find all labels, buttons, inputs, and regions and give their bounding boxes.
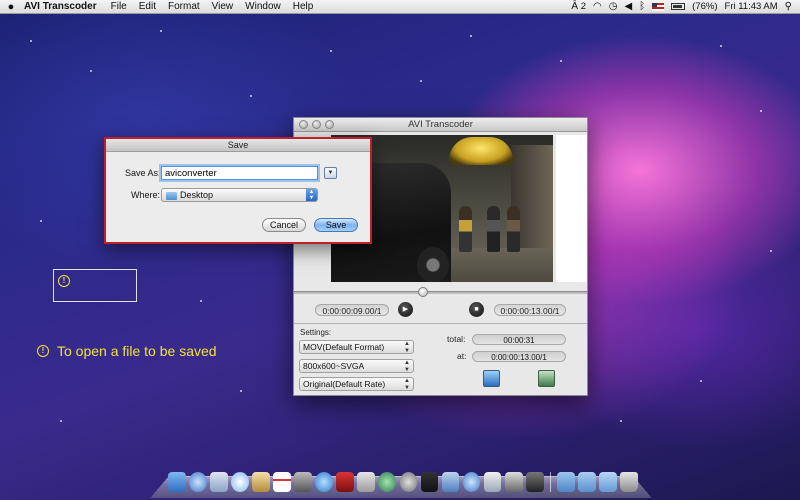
zoom-button[interactable] [325, 120, 334, 129]
current-time-display: 0:00:00:09.00/1 [315, 304, 389, 316]
open-folder-icon[interactable] [483, 370, 500, 387]
time-machine-dock-icon[interactable] [378, 472, 397, 492]
window-title: AVI Transcoder [408, 119, 473, 130]
dock-separator [549, 472, 551, 492]
mail-icon[interactable] [189, 472, 207, 492]
menu-view[interactable]: View [206, 1, 240, 12]
finder-icon[interactable] [168, 472, 186, 492]
annotation-box: ! [53, 269, 137, 302]
time-machine-icon[interactable]: ◷ [609, 1, 618, 12]
adobe-icon: Ā [571, 1, 579, 12]
preview-app-icon[interactable] [357, 472, 376, 492]
expand-dialog-button[interactable]: ▼ [324, 167, 337, 179]
trash-icon[interactable] [620, 472, 639, 492]
menu-bar: ● AVI Transcoder File Edit Format View W… [0, 0, 800, 14]
documents-folder-icon[interactable] [557, 472, 575, 492]
updown-arrows-icon: ▲ ▼ [306, 189, 317, 201]
at-label: at: [457, 351, 467, 361]
preview-side-panel [556, 135, 587, 282]
address-book-icon[interactable] [252, 472, 270, 492]
photo-booth-icon[interactable] [294, 472, 313, 492]
menu-edit[interactable]: Edit [133, 1, 162, 12]
preview-icon[interactable] [210, 472, 228, 492]
updown-arrows-icon: ▲ ▼ [404, 360, 410, 373]
window-controls [299, 120, 334, 129]
system-preferences-icon[interactable] [399, 472, 418, 492]
battery-icon[interactable] [671, 3, 686, 10]
adobe-status[interactable]: Ā 2 [571, 1, 586, 12]
status-area: Ā 2 ◠ ◷ ◀︎ ᛒ (76%) Fri 11:43 AM ⚲ [571, 1, 800, 12]
close-button[interactable] [299, 120, 308, 129]
app-store-icon[interactable] [483, 472, 502, 492]
info-icon: ! [37, 345, 49, 357]
settings-label: Settings: [300, 328, 332, 337]
avi-transcoder-dock-icon[interactable] [525, 472, 544, 492]
divider [294, 323, 587, 324]
seek-bar[interactable] [294, 291, 587, 294]
wifi-icon[interactable]: ◠ [593, 1, 602, 12]
resolution-select[interactable]: 800x600~SVGA ▲ ▼ [299, 359, 414, 373]
seek-knob[interactable] [418, 287, 428, 297]
menu-window[interactable]: Window [239, 1, 287, 12]
spotlight-icon[interactable]: ⚲ [785, 1, 792, 12]
total-value: 00:00:31 [472, 334, 566, 345]
safari-icon[interactable] [462, 472, 481, 492]
filename-input[interactable] [161, 166, 318, 180]
location-select[interactable]: Desktop ▲ ▼ [161, 188, 318, 202]
window-titlebar[interactable]: AVI Transcoder [294, 118, 587, 132]
end-time-display: 0:00:00:13.00/1 [494, 304, 566, 316]
menu-format[interactable]: Format [162, 1, 206, 12]
annotation-tip: To open a file to be saved [57, 343, 217, 359]
dialog-title: Save [106, 139, 370, 152]
updown-arrows-icon: ▲ ▼ [404, 378, 410, 391]
cancel-button[interactable]: Cancel [262, 218, 306, 232]
itunes-icon[interactable] [315, 472, 334, 492]
convert-icon[interactable] [538, 370, 555, 387]
stop-icon[interactable]: ■ [469, 302, 484, 317]
minimize-button[interactable] [312, 120, 321, 129]
battery-percent: (76%) [692, 1, 718, 12]
menu-help[interactable]: Help [287, 1, 320, 12]
input-source-flag-icon[interactable] [652, 2, 665, 11]
save-as-label: Save As: [125, 168, 161, 178]
quicktime-icon[interactable] [504, 472, 523, 492]
save-button[interactable]: Save [314, 218, 358, 232]
where-label: Where: [131, 190, 161, 200]
updown-arrows-icon: ▲ ▼ [404, 341, 410, 354]
apple-menu-icon[interactable]: ● [0, 1, 22, 13]
format-select[interactable]: MOV(Default Format) ▲ ▼ [299, 340, 414, 354]
ichat-icon[interactable] [231, 472, 249, 492]
xcode-icon[interactable] [441, 472, 460, 492]
save-dialog: Save Save As: ▼ Where: Desktop ▲▼ Cancel… [104, 137, 372, 244]
play-icon[interactable]: ▶ [398, 302, 413, 317]
folder-icon [166, 192, 177, 200]
ical-icon[interactable] [273, 472, 291, 492]
menu-clock[interactable]: Fri 11:43 AM [725, 1, 778, 12]
menu-app-name[interactable]: AVI Transcoder [22, 1, 105, 12]
terminal-icon[interactable] [420, 472, 439, 492]
bluetooth-icon[interactable]: ᛒ [639, 1, 645, 12]
info-icon: ! [58, 275, 70, 287]
dock [168, 466, 639, 492]
rate-select[interactable]: Original(Default Rate) ▲ ▼ [299, 377, 414, 391]
total-label: total: [447, 334, 466, 344]
menu-file[interactable]: File [105, 1, 133, 12]
downloads-folder-icon[interactable] [599, 472, 617, 492]
photo-app-icon[interactable] [336, 472, 355, 492]
at-value: 0:00:00:13.00/1 [472, 351, 566, 362]
applications-folder-icon[interactable] [578, 472, 596, 492]
volume-icon[interactable]: ◀︎ [624, 1, 632, 12]
